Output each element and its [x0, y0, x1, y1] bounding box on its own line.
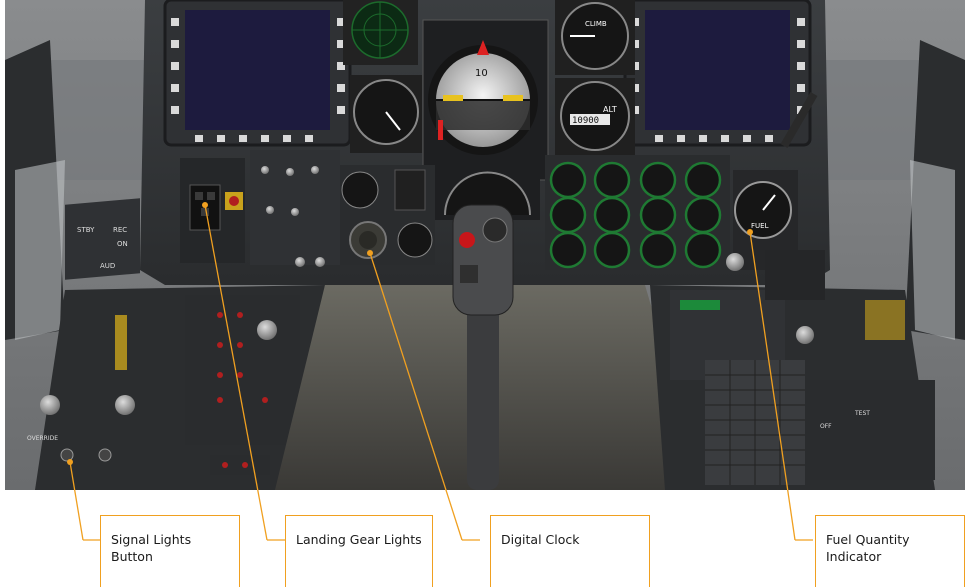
engine-instrument-cluster [545, 155, 730, 270]
airspeed-indicator [350, 75, 422, 153]
altimeter: ALT 10900 [555, 78, 635, 156]
left-switch-panel [250, 150, 340, 267]
adi-attitude-indicator: 10 [422, 19, 549, 181]
accelerometer-clock-panel [340, 165, 435, 265]
left-canopy-glass [15, 160, 65, 340]
cockpit-screenshot: 10 CLIMB ALT 10900 FUEL STBY REC ON AUD … [5, 0, 965, 490]
altimeter-readout: 10900 [572, 116, 599, 126]
callout-landing-gear-label: Landing Gear Lights [296, 532, 422, 547]
right-canopy-glass [910, 160, 955, 340]
aud-label: AUD [100, 262, 115, 270]
right-mfd [623, 0, 812, 147]
callout-landing-gear: Landing Gear Lights [285, 515, 433, 587]
callout-signal-lights: Signal Lights Button [100, 515, 240, 587]
stby-label: STBY [77, 226, 95, 234]
landing-gear-panel [180, 158, 245, 263]
climb-label: CLIMB [585, 20, 607, 28]
callout-fuel-quantity-label: Fuel Quantity Indicator [826, 532, 910, 564]
callout-signal-lights-label: Signal Lights Button [111, 532, 192, 564]
fuel-label: FUEL [751, 222, 769, 230]
adi-scale-label: 10 [475, 68, 488, 79]
vertical-velocity-indicator: CLIMB [555, 0, 635, 75]
rec-label: REC [113, 226, 127, 234]
radar-warning-display [343, 0, 418, 65]
left-mfd [163, 0, 352, 147]
override-label: OVERRIDE [27, 435, 58, 442]
callout-digital-clock: Digital Clock [490, 515, 650, 587]
alt-label: ALT [603, 105, 617, 114]
callout-fuel-quantity: Fuel Quantity Indicator [815, 515, 965, 587]
callout-digital-clock-label: Digital Clock [501, 532, 580, 547]
test-label: TEST [854, 410, 870, 417]
off-label: OFF [820, 423, 832, 430]
on-label: ON [117, 240, 128, 248]
